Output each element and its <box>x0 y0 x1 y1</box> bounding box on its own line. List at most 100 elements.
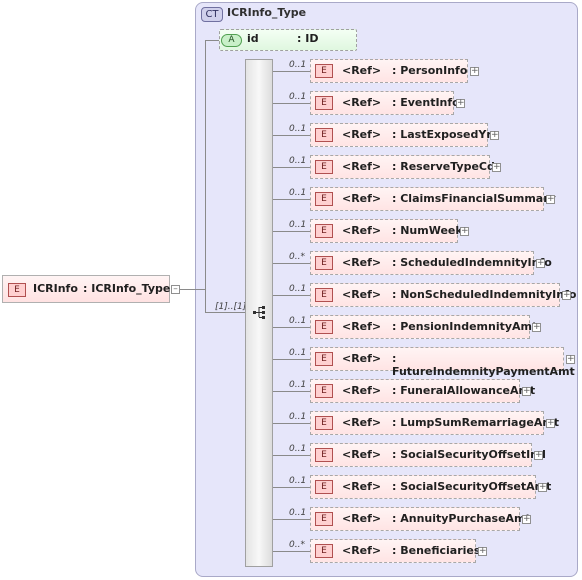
row-connector <box>273 263 310 264</box>
element-expand-button[interactable]: + <box>562 291 571 300</box>
element-name: : ReserveTypeCd <box>392 160 495 173</box>
row-connector <box>273 231 310 232</box>
element-name: : NumWeeks <box>392 224 470 237</box>
trunk-line <box>205 40 206 290</box>
element-expand-button[interactable]: + <box>470 67 479 76</box>
element-badge: E <box>315 448 333 462</box>
element-expand-button[interactable]: + <box>532 323 541 332</box>
element-occurrence: 0..1 <box>289 220 307 230</box>
element-name: : SocialSecurityOffsetAmt <box>392 480 552 493</box>
row-connector <box>273 103 310 104</box>
element-badge: E <box>315 288 333 302</box>
root-connector <box>180 289 205 290</box>
element-expand-button[interactable]: + <box>492 163 501 172</box>
element-name: : PensionIndemnityAmt <box>392 320 538 333</box>
element-expand-button[interactable]: + <box>546 195 555 204</box>
element-name: : FutureIndemnityPaymentAmt <box>392 352 575 378</box>
element-badge: E <box>315 384 333 398</box>
element-badge: E <box>315 160 333 174</box>
element-ref-label: <Ref> <box>342 512 382 525</box>
element-occurrence: 0..1 <box>289 444 307 454</box>
element-occurrence: 0..1 <box>289 508 307 518</box>
element-expand-button[interactable]: + <box>522 515 531 524</box>
row-connector <box>273 167 310 168</box>
complex-type-title: ICRInfo_Type <box>227 6 307 19</box>
element-badge: E <box>315 480 333 494</box>
row-connector <box>273 455 310 456</box>
element-occurrence: 0..1 <box>289 284 307 294</box>
element-ref-label: <Ref> <box>342 320 382 333</box>
element-expand-button[interactable]: + <box>478 547 487 556</box>
attribute-type: : ID <box>297 32 319 45</box>
element-expand-button[interactable]: + <box>536 259 545 268</box>
row-connector <box>273 359 310 360</box>
element-ref-label: <Ref> <box>342 288 382 301</box>
complex-type-badge: CT <box>201 7 223 22</box>
element-badge: E <box>315 544 333 558</box>
element-name: : LastExposedYr <box>392 128 492 141</box>
element-name: : LumpSumRemarriageAmt <box>392 416 560 429</box>
element-occurrence: 0..1 <box>289 188 307 198</box>
element-ref-label: <Ref> <box>342 128 382 141</box>
element-ref-label: <Ref> <box>342 256 382 269</box>
element-badge: E <box>315 512 333 526</box>
element-occurrence: 0..* <box>289 252 305 262</box>
element-ref-label: <Ref> <box>342 96 382 109</box>
element-expand-button[interactable]: + <box>490 131 499 140</box>
element-occurrence: 0..1 <box>289 348 307 358</box>
element-name: : PersonInfo <box>392 64 468 77</box>
row-connector <box>273 135 310 136</box>
element-expand-button[interactable]: + <box>522 387 531 396</box>
element-occurrence: 0..1 <box>289 412 307 422</box>
sequence-multiplicity: [1]..[1] <box>215 302 247 312</box>
row-connector <box>273 71 310 72</box>
element-occurrence: 0..1 <box>289 92 307 102</box>
element-ref-label: <Ref> <box>342 352 382 365</box>
element-expand-button[interactable]: + <box>456 99 465 108</box>
element-occurrence: 0..1 <box>289 156 307 166</box>
element-name: : FuneralAllowanceAmt <box>392 384 536 397</box>
sequence-icon <box>253 306 265 319</box>
element-ref-label: <Ref> <box>342 224 382 237</box>
element-expand-button[interactable]: + <box>566 355 575 364</box>
row-connector <box>273 391 310 392</box>
root-collapse-button[interactable]: – <box>171 285 180 294</box>
element-ref-label: <Ref> <box>342 64 382 77</box>
element-expand-button[interactable]: + <box>460 227 469 236</box>
root-element-type: : ICRInfo_Type <box>83 282 171 295</box>
element-badge: E <box>315 320 333 334</box>
element-badge: E <box>315 256 333 270</box>
attr-connector <box>205 40 219 41</box>
element-ref-label: <Ref> <box>342 544 382 557</box>
element-badge: E <box>315 352 333 366</box>
element-badge: E <box>315 224 333 238</box>
element-occurrence: 0..* <box>289 540 305 550</box>
row-connector <box>273 199 310 200</box>
element-name: : AnnuityPurchaseAmt <box>392 512 531 525</box>
element-ref-label: <Ref> <box>342 416 382 429</box>
row-connector <box>273 295 310 296</box>
element-badge: E <box>315 416 333 430</box>
element-ref-label: <Ref> <box>342 160 382 173</box>
element-name: : NonScheduledIndemnityInfo <box>392 288 577 301</box>
element-occurrence: 0..1 <box>289 316 307 326</box>
element-ref-label: <Ref> <box>342 384 382 397</box>
attribute-badge: A <box>221 34 242 47</box>
element-name: : EventInfo <box>392 96 460 109</box>
element-occurrence: 0..1 <box>289 124 307 134</box>
row-connector <box>273 487 310 488</box>
element-expand-button[interactable]: + <box>534 451 543 460</box>
element-badge: E <box>315 192 333 206</box>
element-badge: E <box>315 128 333 142</box>
row-connector <box>273 551 310 552</box>
element-expand-button[interactable]: + <box>538 483 547 492</box>
element-name: : SocialSecurityOffsetInd <box>392 448 546 461</box>
attribute-name: id <box>247 32 259 45</box>
element-expand-button[interactable]: + <box>546 419 555 428</box>
element-occurrence: 0..1 <box>289 380 307 390</box>
element-ref-label: <Ref> <box>342 192 382 205</box>
element-ref-label: <Ref> <box>342 480 382 493</box>
row-connector <box>273 519 310 520</box>
element-badge: E <box>315 96 333 110</box>
element-name: : Beneficiaries <box>392 544 481 557</box>
